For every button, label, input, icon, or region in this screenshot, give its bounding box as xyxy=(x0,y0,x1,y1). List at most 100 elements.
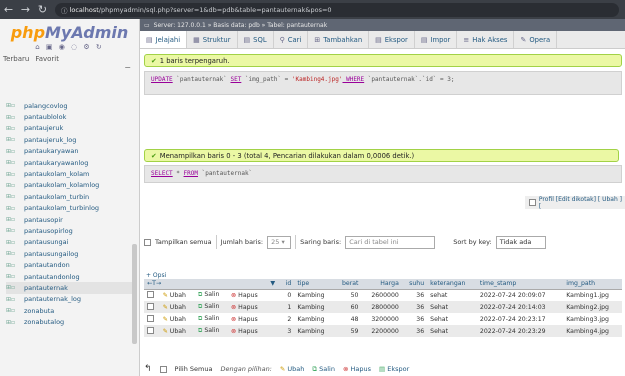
cell-berat[interactable]: 60 xyxy=(334,301,362,313)
cell-suhu[interactable]: 36 xyxy=(401,289,428,301)
tab-jelajahi[interactable]: ▤ Jelajahi xyxy=(140,31,188,48)
cell-time-stamp[interactable]: 2022-07-24 20:23:17 xyxy=(476,313,564,325)
cell-berat[interactable]: 48 xyxy=(334,313,362,325)
sql-select-box[interactable]: SELECT * FROM `pantauternak` xyxy=(144,165,622,183)
cell-time-stamp[interactable]: 2022-07-24 20:23:29 xyxy=(476,325,564,337)
sidebar-scrollbar[interactable] xyxy=(132,244,137,344)
cell-harga[interactable]: 2800000 xyxy=(361,301,402,313)
tab-hak-akses[interactable]: ≡ Hak Akses xyxy=(457,31,515,48)
sidebar-item-pantausungai[interactable]: ⊞▫ pantausungai xyxy=(6,237,132,248)
cell-id[interactable]: 3 xyxy=(280,325,295,337)
cell-keterangan[interactable]: Sehat xyxy=(427,325,477,337)
cell-suhu[interactable]: 36 xyxy=(401,301,428,313)
back-icon[interactable]: ← xyxy=(0,0,17,19)
row-delete-button[interactable]: ⊗ Hapus xyxy=(228,325,268,337)
row-copy-button[interactable]: ⧉ Salin xyxy=(194,313,229,325)
sidebar-item-zonabutalog[interactable]: ⊞▫ zonabutalog xyxy=(6,316,132,327)
sidebar-icons[interactable]: ⌂ ▣ ◉ ◌ ⚙ ↻ xyxy=(0,43,139,51)
sidebar-item-pantaublolok[interactable]: ⊞▫ pantaublolok xyxy=(6,111,132,122)
forward-icon[interactable]: → xyxy=(17,0,34,19)
column-nav[interactable]: ←T→ xyxy=(144,279,268,290)
sidebar-item-pantaukolam-turbinlog[interactable]: ⊞▫ pantaukolam_turbinlog xyxy=(6,203,132,214)
bulk-edit-button[interactable]: ✎ Ubah xyxy=(280,365,305,373)
sidebar-item-pantaukaryawan[interactable]: ⊞▫ pantaukaryawan xyxy=(6,146,132,157)
cell-suhu[interactable]: 36 xyxy=(401,313,428,325)
rows-select[interactable]: 25 ▾ xyxy=(267,235,292,249)
sidebar-item-pantausopir[interactable]: ⊞▫ pantausopir xyxy=(6,214,132,225)
sidebar-item-pantaukolam-kolamlog[interactable]: ⊞▫ pantaukolam_kolamlog xyxy=(6,180,132,191)
row-edit-button[interactable]: ✎ Ubah xyxy=(159,325,195,337)
column-header-time-stamp[interactable]: time_stamp xyxy=(476,279,564,290)
cell-time-stamp[interactable]: 2022-07-24 20:14:03 xyxy=(476,301,564,313)
bulk-export-button[interactable]: ▤ Ekspor xyxy=(379,365,409,373)
address-bar[interactable]: ⓘ localhost /phpmyadmin/sql.php?server=1… xyxy=(55,2,619,17)
cell-berat[interactable]: 59 xyxy=(334,325,362,337)
row-copy-button[interactable]: ⧉ Salin xyxy=(194,289,229,301)
phpmyadmin-logo[interactable]: phpMyAdmin xyxy=(0,23,139,42)
show-all-checkbox[interactable] xyxy=(144,238,151,246)
column-header-berat[interactable]: berat xyxy=(334,279,362,290)
sort-select[interactable]: Tidak ada xyxy=(495,235,546,249)
cell-id[interactable]: 1 xyxy=(280,301,295,313)
cell-harga[interactable]: 2200000 xyxy=(361,325,402,337)
cell-keterangan[interactable]: Sehat xyxy=(427,301,477,313)
sidebar-item-pantaujeruk[interactable]: ⊞▫ pantaujeruk xyxy=(6,123,132,134)
show-all-label[interactable]: Tampilkan semua xyxy=(155,238,212,246)
select-all-label[interactable]: Pilih Semua xyxy=(175,365,213,373)
sidebar-item-pantaukolam-kolam[interactable]: ⊞▫ pantaukolam_kolam xyxy=(6,168,132,179)
profiling-checkbox[interactable] xyxy=(529,199,536,206)
tab-ekspor[interactable]: ▤ Ekspor xyxy=(369,31,415,48)
profiling-options[interactable]: Profil [Edit dikotak] [ Ubah ] [ xyxy=(525,196,625,210)
row-delete-button[interactable]: ⊗ Hapus xyxy=(228,301,268,313)
cell-img-path[interactable]: Kambing1.jpg xyxy=(563,289,622,301)
sidebar-item-zonabuta[interactable]: ⊞▫ zonabuta xyxy=(6,305,132,316)
bulk-delete-button[interactable]: ⊗ Hapus xyxy=(343,365,371,373)
tab-recent[interactable]: Terbaru xyxy=(3,55,29,63)
sidebar-item-pantauternak-log[interactable]: ⊞▫ pantauternak_log xyxy=(6,294,132,305)
column-header-suhu[interactable]: suhu xyxy=(401,279,428,290)
sidebar-item-pantautandon[interactable]: ⊞▫ pantautandon xyxy=(6,259,132,270)
column-header-keterangan[interactable]: keterangan xyxy=(427,279,477,290)
cell-berat[interactable]: 50 xyxy=(334,289,362,301)
row-checkbox[interactable] xyxy=(147,290,154,298)
options-link[interactable]: + Opsi xyxy=(146,272,166,279)
row-copy-button[interactable]: ⧉ Salin xyxy=(194,325,229,337)
column-header-tipe[interactable]: tipe xyxy=(294,279,335,290)
cell-keterangan[interactable]: sehat xyxy=(427,289,477,301)
cell-img-path[interactable]: Kambing4.jpg xyxy=(563,325,622,337)
sidebar-item-palangcovlog[interactable]: ⊞▫ palangcovlog xyxy=(6,100,132,111)
sidebar-item-pantaujeruk-log[interactable]: ⊞▫ pantaujeruk_log xyxy=(6,134,132,145)
cell-id[interactable]: 2 xyxy=(280,313,295,325)
sidebar-item-pantaukaryawanlog[interactable]: ⊞▫ pantaukaryawanlog xyxy=(6,157,132,168)
sort-arrow-icon[interactable]: ▼ xyxy=(267,279,281,290)
bulk-copy-button[interactable]: ⧉ Salin xyxy=(312,365,335,374)
row-checkbox[interactable] xyxy=(147,302,154,310)
cell-img-path[interactable]: Kambing3.jpg xyxy=(563,313,622,325)
filter-input[interactable]: Cari di tabel ini xyxy=(345,235,436,249)
cell-harga[interactable]: 2600000 xyxy=(361,289,402,301)
sidebar-item-pantausungailog[interactable]: ⊞▫ pantausungailog xyxy=(6,248,132,259)
row-edit-button[interactable]: ✎ Ubah xyxy=(159,313,195,325)
column-header-harga[interactable]: Harga xyxy=(361,279,402,290)
sidebar-item-pantauternak[interactable]: ⊞▫ pantauternak xyxy=(6,282,132,294)
tab-sql[interactable]: ▤ SQL xyxy=(238,31,274,48)
tab-favorite[interactable]: Favorit xyxy=(35,55,59,63)
row-delete-button[interactable]: ⊗ Hapus xyxy=(228,289,268,301)
cell-id[interactable]: 0 xyxy=(280,289,295,301)
row-copy-button[interactable]: ⧉ Salin xyxy=(194,301,229,313)
cell-tipe[interactable]: Kambing xyxy=(294,289,335,301)
row-checkbox[interactable] xyxy=(147,326,154,334)
tab-cari[interactable]: ⚲ Cari xyxy=(274,31,309,48)
cell-time-stamp[interactable]: 2022-07-24 20:09:07 xyxy=(476,289,564,301)
cell-tipe[interactable]: Kambing xyxy=(294,301,335,313)
sidebar-item-pantautandonlog[interactable]: ⊞▫ pantautandonlog xyxy=(6,271,132,282)
collapse-icon[interactable]: − xyxy=(0,63,139,73)
select-all-checkbox[interactable] xyxy=(159,365,167,373)
column-header-img-path[interactable]: img_path xyxy=(563,279,622,290)
row-edit-button[interactable]: ✎ Ubah xyxy=(159,301,195,313)
cell-img-path[interactable]: Kambing2.jpg xyxy=(563,301,622,313)
tab-impor[interactable]: ▤ Impor xyxy=(415,31,458,48)
tab-tambahkan[interactable]: ⊞ Tambahkan xyxy=(308,31,370,48)
row-delete-button[interactable]: ⊗ Hapus xyxy=(228,313,268,325)
tab-struktur[interactable]: ▦ Struktur xyxy=(187,31,238,48)
